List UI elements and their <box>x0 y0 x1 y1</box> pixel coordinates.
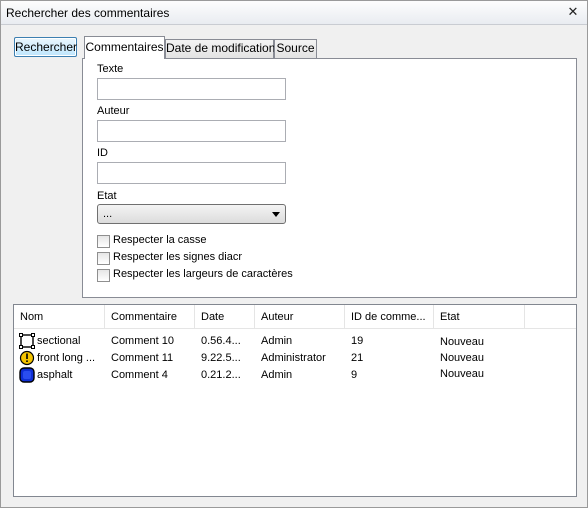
table-row[interactable]: sectional Comment 10 0.56.4... Admin 19 <box>14 333 576 350</box>
chevron-down-icon <box>272 212 280 217</box>
row-state: Nouveau <box>440 368 485 380</box>
search-button[interactable]: Rechercher <box>14 37 77 57</box>
row-comment: Comment 4 <box>111 369 168 381</box>
close-icon[interactable]: ✕ <box>565 5 581 20</box>
state-dropdown[interactable]: ... <box>97 204 286 224</box>
blue-square-icon <box>19 367 35 383</box>
row-date: 0.21.2... <box>201 369 241 381</box>
table-row[interactable]: asphalt Comment 4 0.21.2... Admin 9 <box>14 367 576 384</box>
row-comment-id: 19 <box>351 335 364 347</box>
author-field[interactable] <box>97 120 286 142</box>
id-field[interactable] <box>97 162 286 184</box>
row-name: asphalt <box>37 369 73 381</box>
comments-tab-panel: Texte Auteur ID Etat ... Respecter la ca… <box>82 58 577 298</box>
row-comment-id: 9 <box>351 369 358 381</box>
match-width-checkbox[interactable] <box>97 269 110 282</box>
match-diacritics-label: Respecter les signes diacr <box>113 251 243 263</box>
table-row[interactable]: front long ... Comment 11 9.22.5... Admi… <box>14 350 576 367</box>
tab-modification-date[interactable]: Date de modification <box>165 39 275 58</box>
film-frame-icon <box>19 333 35 349</box>
row-comment: Comment 11 <box>111 352 174 364</box>
results-header: Nom Commentaire Date Auteur ID de comme.… <box>14 305 576 329</box>
row-date: 9.22.5... <box>201 352 241 364</box>
row-state: Nouveau <box>440 352 485 364</box>
column-header-date[interactable]: Date <box>195 305 255 329</box>
column-header-state[interactable]: Etat <box>434 305 525 329</box>
id-label: ID <box>97 147 108 159</box>
row-comment: Comment 10 <box>111 335 174 347</box>
match-case-label: Respecter la casse <box>113 234 207 246</box>
row-name: front long ... <box>37 352 96 364</box>
text-label: Texte <box>97 63 124 75</box>
column-header-comment-id[interactable]: ID de comme... <box>345 305 434 329</box>
row-date: 0.56.4... <box>201 335 241 347</box>
match-diacritics-checkbox[interactable] <box>97 252 110 265</box>
match-case-checkbox[interactable] <box>97 235 110 248</box>
text-field[interactable] <box>97 78 286 100</box>
row-comment-id: 21 <box>351 352 364 364</box>
author-label: Auteur <box>97 105 130 117</box>
match-width-label: Respecter les largeurs de caractères <box>113 268 293 280</box>
row-state: Nouveau <box>440 336 485 348</box>
column-header-comment[interactable]: Commentaire <box>105 305 195 329</box>
warning-icon <box>19 350 35 366</box>
row-name: sectional <box>37 335 81 347</box>
state-column-values: Nouveau Nouveau Nouveau <box>440 334 484 382</box>
column-header-name[interactable]: Nom <box>14 305 105 329</box>
tab-source[interactable]: Source <box>274 39 317 58</box>
row-author: Admin <box>261 335 293 347</box>
state-label: Etat <box>97 190 117 202</box>
search-comments-window: Rechercher des commentaires ✕ Rechercher… <box>0 0 588 508</box>
column-header-author[interactable]: Auteur <box>255 305 345 329</box>
tab-comments[interactable]: Commentaires <box>84 36 165 59</box>
state-dropdown-value: ... <box>103 208 113 220</box>
row-author: Administrator <box>261 352 326 364</box>
results-list[interactable]: Nom Commentaire Date Auteur ID de comme.… <box>13 304 577 497</box>
window-title: Rechercher des commentaires <box>6 6 170 20</box>
title-bar: Rechercher des commentaires ✕ <box>1 1 587 25</box>
row-author: Admin <box>261 369 293 381</box>
